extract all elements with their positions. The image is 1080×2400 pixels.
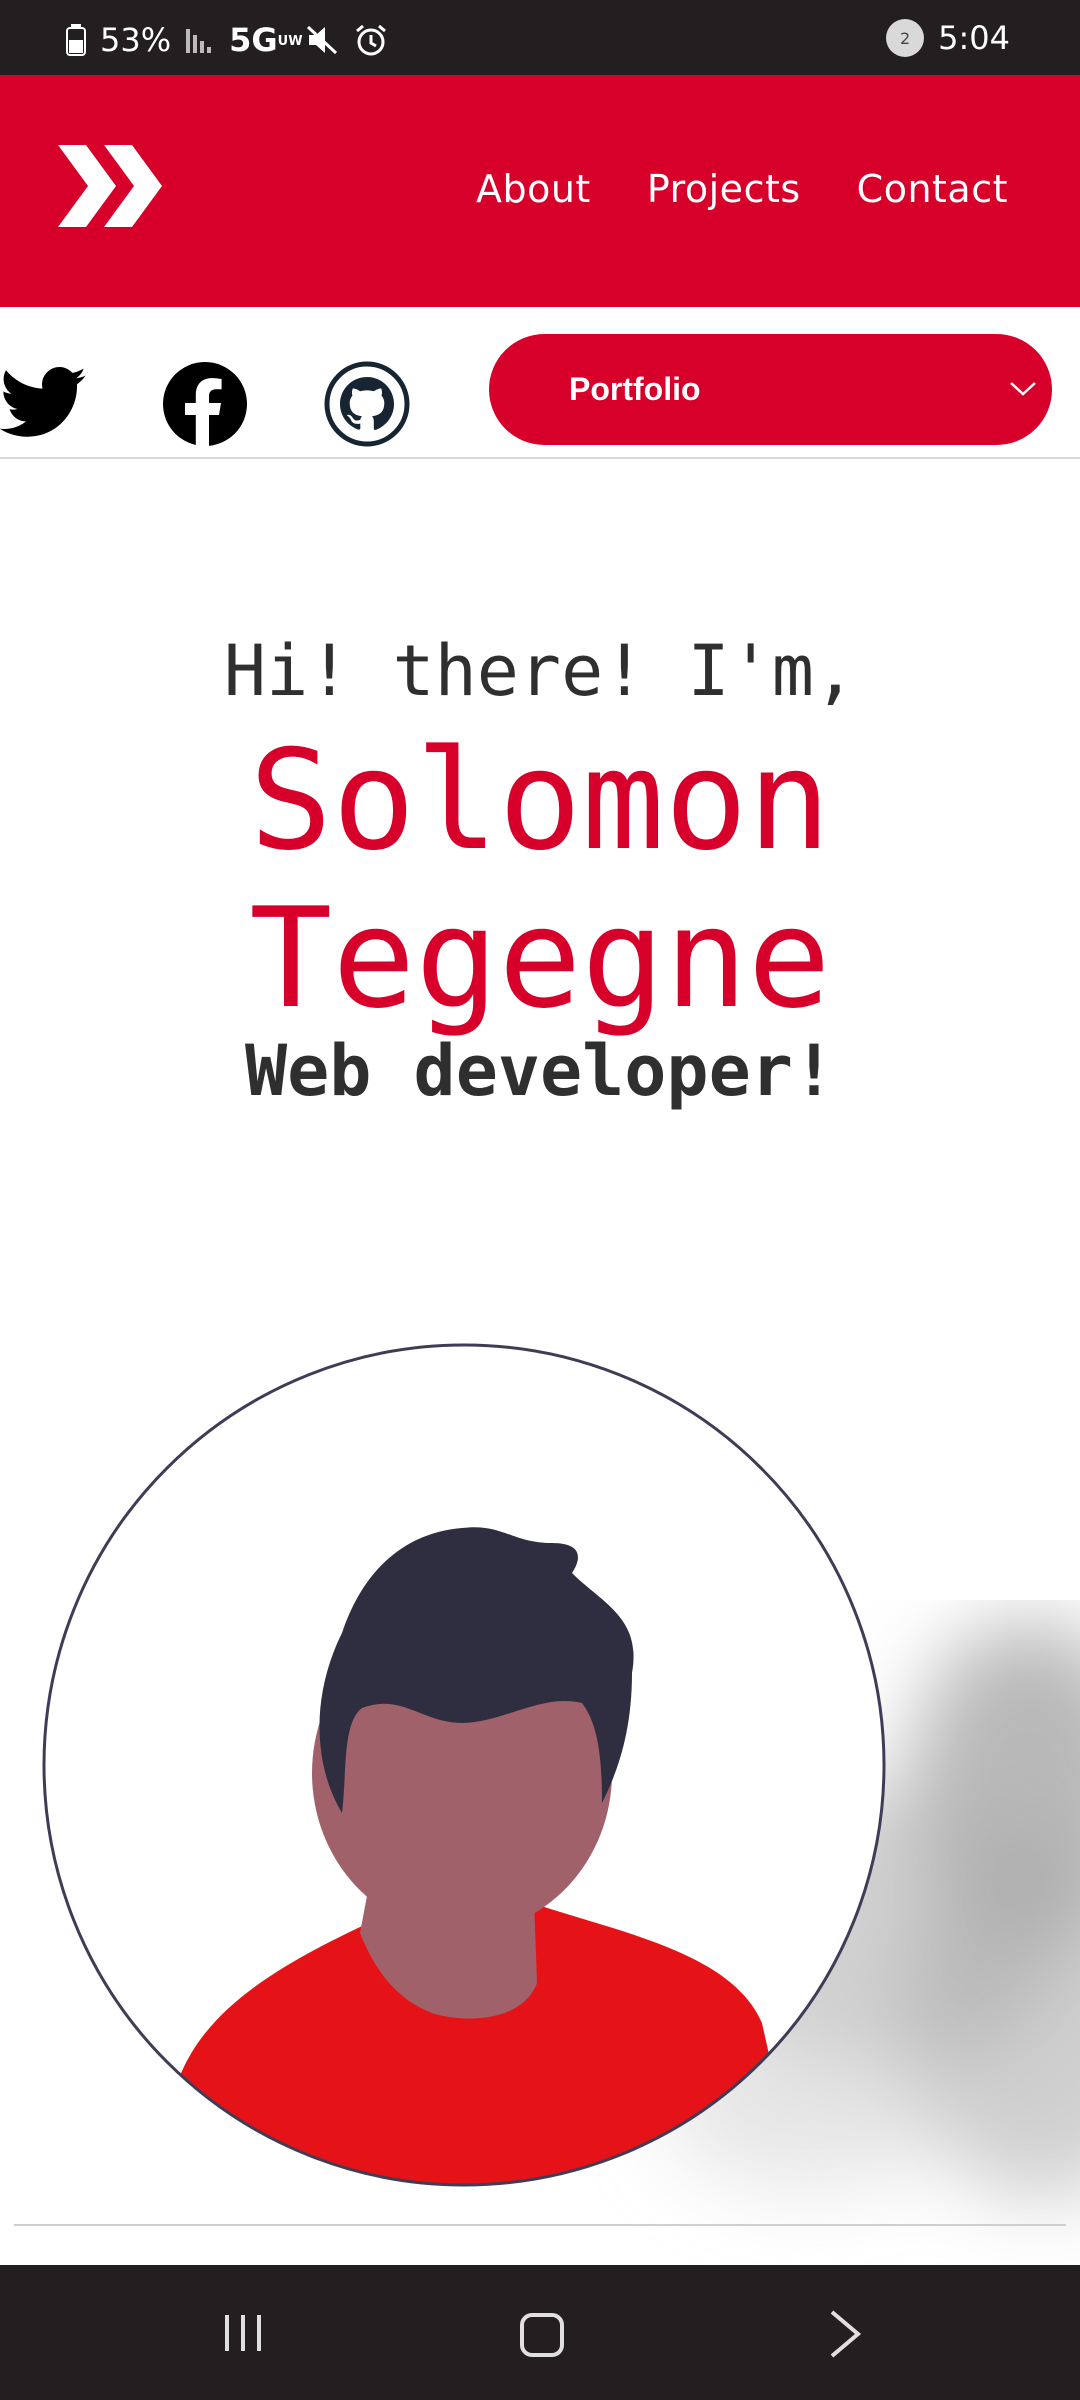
facebook-icon[interactable]: [162, 361, 248, 447]
status-right: 2 5:04: [886, 19, 1010, 57]
recent-apps-icon[interactable]: [222, 2313, 264, 2353]
nav-projects-link[interactable]: Projects: [647, 167, 801, 211]
battery-icon: [66, 24, 86, 56]
site-header: About Projects Contact: [0, 75, 1080, 307]
social-bar: Portfolio: [0, 307, 1080, 459]
nav-contact-link[interactable]: Contact: [857, 167, 1008, 211]
chevron-down-icon: [1010, 382, 1036, 396]
hero-last-name: Tegegne: [249, 878, 831, 1039]
main-nav: About Projects Contact: [476, 167, 1008, 211]
dropdown-selected-label: Portfolio: [569, 371, 701, 407]
network-type: 5GUW: [229, 21, 303, 59]
home-button-icon[interactable]: [520, 2313, 564, 2357]
clock: 5:04: [938, 19, 1010, 57]
portfolio-dropdown[interactable]: Portfolio: [489, 334, 1052, 445]
system-nav-bar: [0, 2265, 1080, 2400]
notification-badge: 2: [886, 19, 925, 57]
github-icon[interactable]: [324, 361, 410, 447]
alarm-icon: [355, 24, 386, 56]
avatar-illustration: [42, 1343, 886, 2187]
battery-level: 53%: [100, 21, 172, 59]
nav-about-link[interactable]: About: [476, 167, 591, 211]
signal-icon: [186, 29, 212, 53]
back-chevron-icon[interactable]: [828, 2309, 862, 2359]
section-divider: [14, 2224, 1066, 2226]
status-left: 53% 5GUW: [66, 21, 388, 59]
hero-first-name: Solomon: [249, 720, 831, 881]
mute-icon: [306, 25, 337, 55]
hero-greeting: Hi! there! I'm,: [223, 630, 857, 712]
status-bar: 53% 5GUW 2 5:04: [0, 0, 1080, 75]
double-chevron-right-icon[interactable]: [58, 145, 174, 227]
twitter-icon[interactable]: [0, 367, 86, 439]
hero-role: Web developer!: [244, 1030, 835, 1112]
